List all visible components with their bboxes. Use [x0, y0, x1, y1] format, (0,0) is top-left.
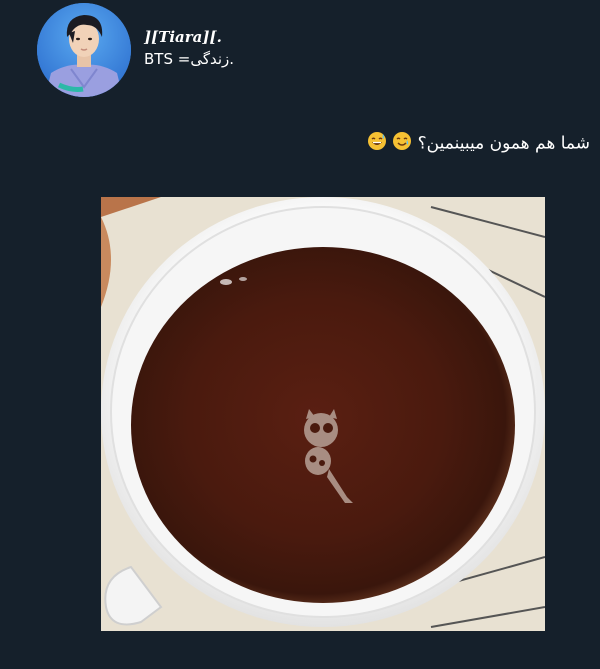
tweet-text: شما هم همون میبینمین؟: [417, 133, 590, 154]
tweet-text-row: شما هم همون میبینمین؟: [367, 131, 590, 156]
smiling-face-with-tear-icon: [392, 131, 412, 156]
author-info: ][Tiara][. BTS =زندگی.: [144, 30, 234, 67]
grinning-sweat-icon: [367, 131, 387, 156]
avatar-portrait-icon: [37, 3, 131, 97]
tweet-photo[interactable]: [101, 197, 545, 631]
user-handle: BTS =زندگی.: [144, 50, 235, 68]
tea-cup-photo-icon: [101, 197, 545, 631]
tweet-post: ][Tiara][. BTS =زندگی. شما هم همون میبین…: [0, 0, 600, 669]
display-name[interactable]: ][Tiara][.: [144, 30, 234, 48]
avatar[interactable]: [37, 3, 131, 97]
